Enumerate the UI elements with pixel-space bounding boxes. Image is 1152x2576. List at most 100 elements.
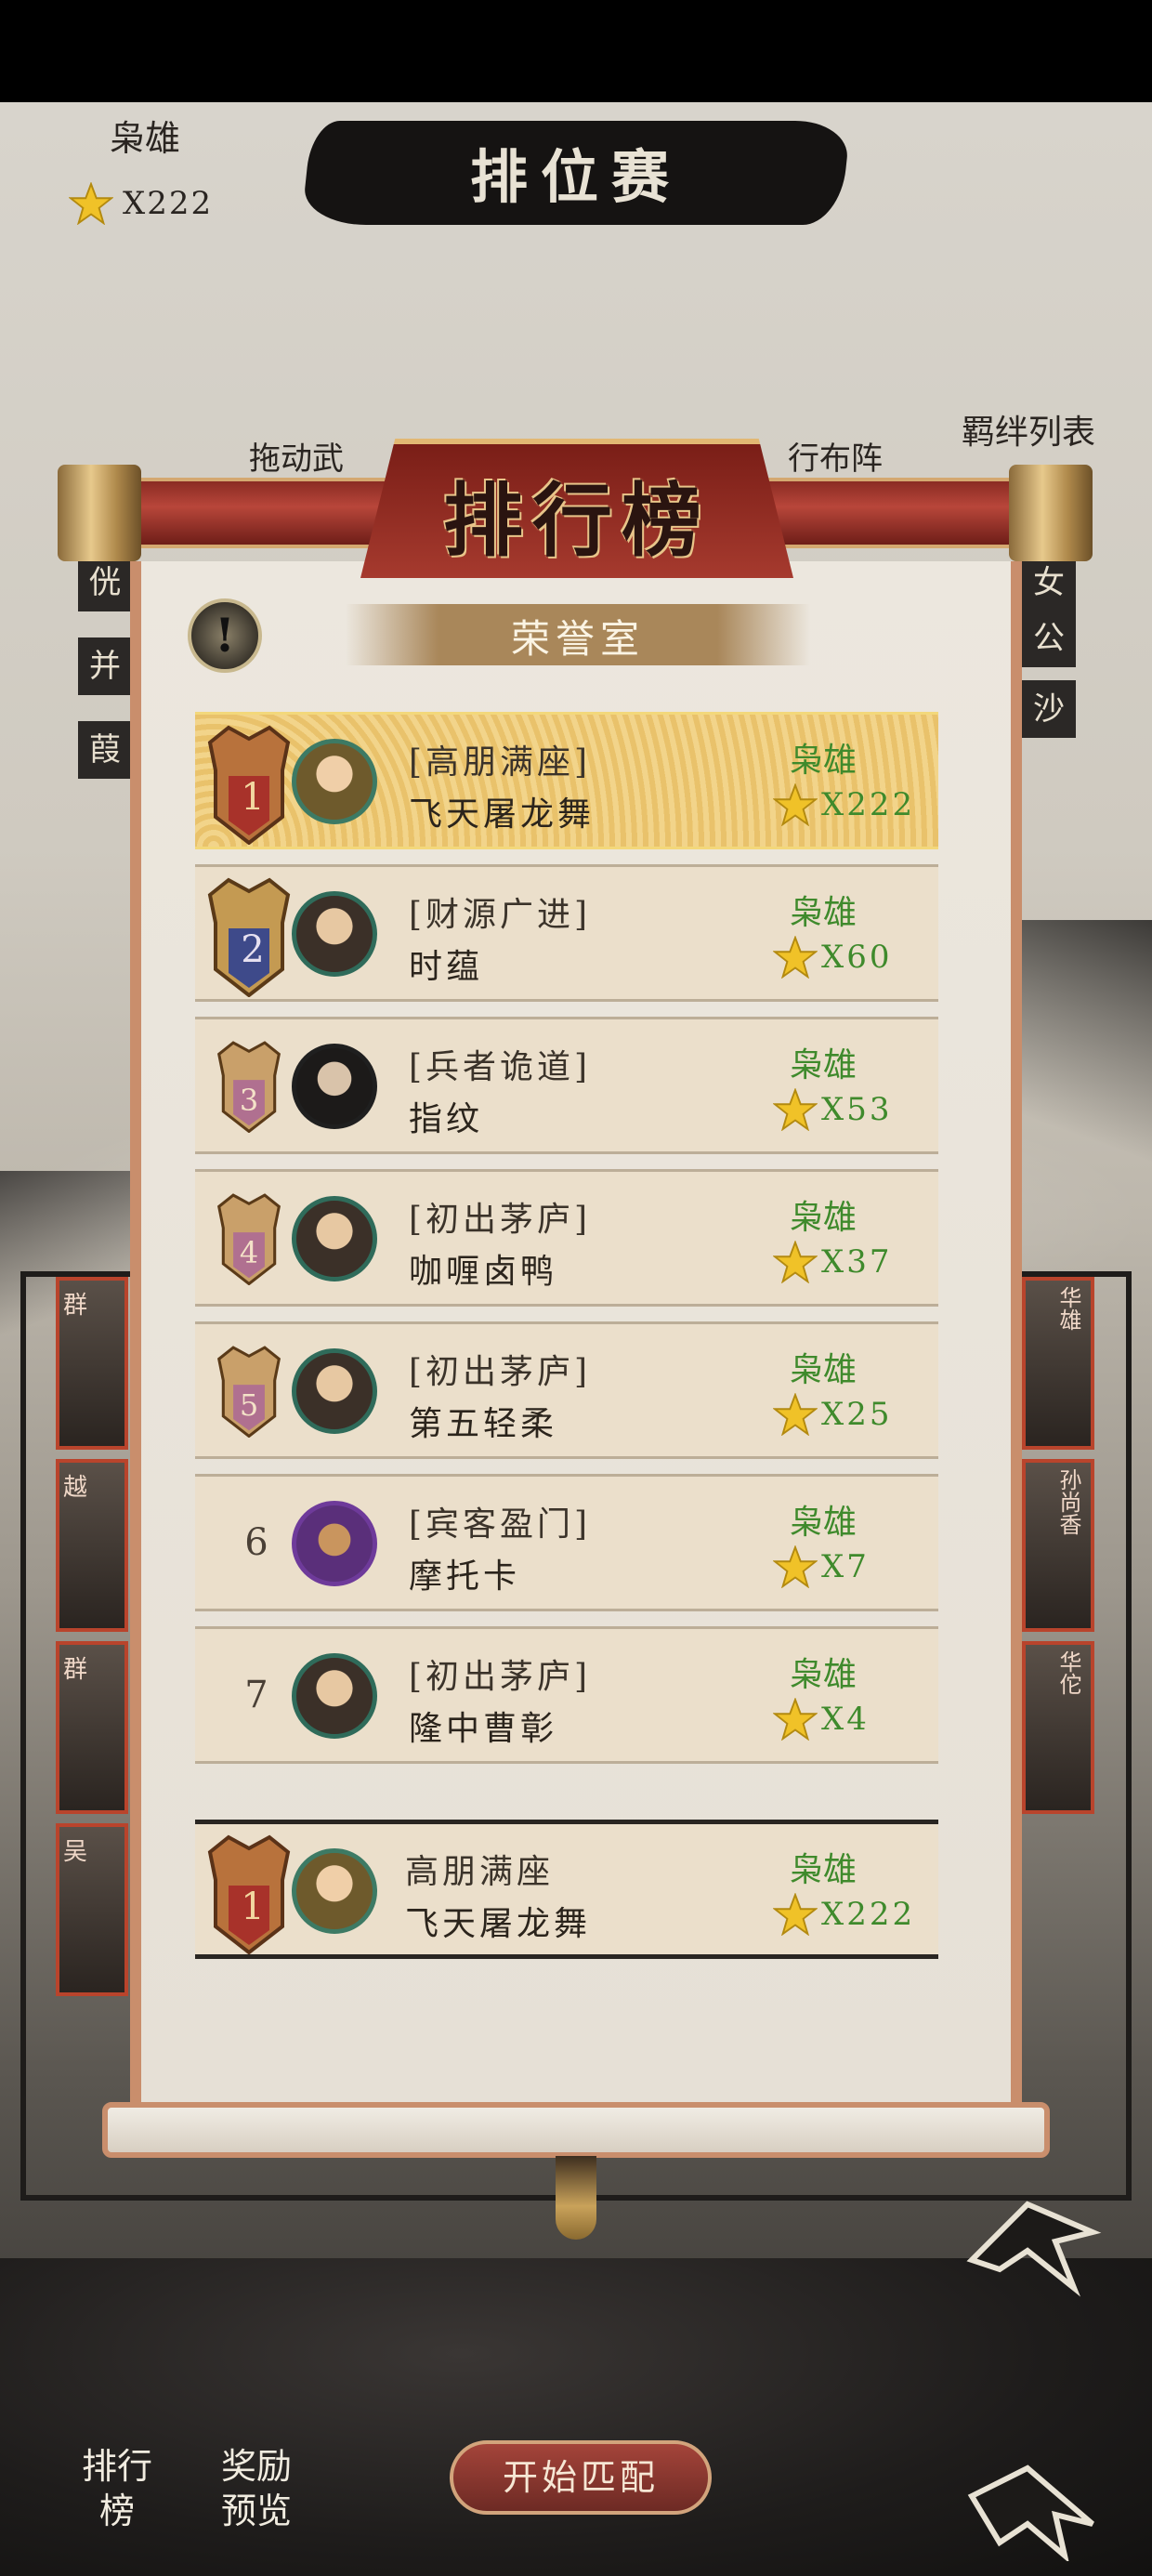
player-score: X222 <box>773 783 915 826</box>
star-icon <box>773 1241 818 1283</box>
bond-list-button[interactable]: 羁绊列表 <box>962 405 1095 453</box>
star-count: X7 <box>821 1548 870 1585</box>
rank-number: 4 <box>239 1235 259 1270</box>
star-count: X37 <box>821 1243 893 1281</box>
star-icon <box>69 182 113 225</box>
player-title: [初出茅庐] <box>409 1353 592 1391</box>
arrow-down-icon[interactable] <box>962 2459 1102 2564</box>
avatar <box>292 1196 377 1281</box>
side-tag-left[interactable]: 葭 <box>78 721 132 779</box>
avatar <box>292 1653 377 1739</box>
player-score: X60 <box>773 936 892 979</box>
rank-number: 6 <box>244 1521 268 1564</box>
player-server: 枭雄 <box>790 1199 857 1237</box>
rank-number: 3 <box>239 1083 259 1118</box>
leaderboard-row[interactable]: 7 [初出茅庐] 隆中曹彰 枭雄 X4 <box>195 1626 938 1764</box>
hero-name: 华雄 <box>1055 1286 1081 1331</box>
side-tag-right[interactable]: 公 <box>1022 610 1076 667</box>
scroll-rod-cap-right <box>1009 465 1093 561</box>
leaderboard-button[interactable]: 排行 榜 <box>71 2444 164 2533</box>
hero-card[interactable]: 孙尚香 <box>1022 1459 1094 1632</box>
player-score: X25 <box>773 1393 892 1436</box>
hero-card[interactable]: 越 <box>56 1459 128 1632</box>
rank-number: 1 <box>241 776 265 819</box>
player-server: 枭雄 <box>790 1656 857 1694</box>
status-bar <box>0 0 1152 102</box>
player-name: 咖喱卤鸭 <box>409 1253 558 1291</box>
star-count: X53 <box>821 1091 893 1128</box>
hall-of-honor-title: 荣誉室 <box>510 616 645 662</box>
hero-card[interactable]: 群 <box>56 1277 128 1450</box>
side-tag-left[interactable]: 并 <box>78 637 132 695</box>
avatar <box>292 1348 377 1434</box>
player-server: 枭雄 <box>790 1504 857 1542</box>
star-count: X4 <box>821 1701 870 1738</box>
reward-preview-button[interactable]: 奖励 预览 <box>210 2444 303 2533</box>
avatar <box>292 1501 377 1586</box>
star-icon <box>773 783 818 826</box>
exclamation-icon[interactable]: ! <box>188 598 262 673</box>
player-title: [宾客盈门] <box>409 1505 592 1544</box>
star-icon <box>773 1698 818 1741</box>
hero-card[interactable]: 群 <box>56 1641 128 1814</box>
start-match-button[interactable]: 开始匹配 <box>450 2440 712 2515</box>
player-title: [初出茅庐] <box>409 1201 592 1239</box>
player-name: 时蕴 <box>409 948 484 986</box>
my-rank-row[interactable]: 1 高朋满座 飞天屠龙舞 枭雄 X222 <box>195 1820 938 1959</box>
star-icon <box>773 936 818 979</box>
star-count: X25 <box>821 1396 893 1433</box>
player-name: 飞天屠龙舞 <box>409 795 596 834</box>
leaderboard-button-line1: 排行 <box>81 2446 152 2487</box>
player-score: X37 <box>773 1241 892 1283</box>
hero-faction: 群 <box>63 1656 88 1684</box>
star-count: X60 <box>821 939 893 976</box>
leaderboard-row[interactable]: 3 [兵者诡道] 指纹 枭雄 X53 <box>195 1017 938 1154</box>
player-title: [初出茅庐] <box>409 1658 592 1696</box>
rank-number: 5 <box>239 1387 259 1423</box>
star-count: X222 <box>821 1896 916 1933</box>
player-name: 飞天屠龙舞 <box>405 1905 592 1943</box>
mode-title: 排位赛 <box>469 143 682 211</box>
player-score: X4 <box>773 1698 870 1741</box>
leaderboard-row[interactable]: 2 [财源广进] 时蕴 枭雄 X60 <box>195 864 938 1002</box>
hero-name: 孙尚香 <box>1055 1468 1081 1535</box>
player-name: 第五轻柔 <box>409 1405 558 1443</box>
hero-faction: 吴 <box>63 1838 88 1866</box>
star-count: X222 <box>821 786 916 823</box>
scroll-rod-cap-left <box>58 465 141 561</box>
leaderboard-row[interactable]: 1 [高朋满座] 飞天屠龙舞 枭雄 X222 <box>195 712 938 849</box>
side-tag-left[interactable]: 侊 <box>78 554 132 611</box>
leaderboard-row[interactable]: 4 [初出茅庐] 咖喱卤鸭 枭雄 X37 <box>195 1169 938 1307</box>
scroll-bottom-rod <box>102 2102 1050 2158</box>
reward-button-line1: 奖励 <box>220 2446 292 2487</box>
player-server: 枭雄 <box>790 1046 857 1084</box>
player-server: 枭雄 <box>790 742 857 780</box>
player-name: 指纹 <box>409 1100 484 1138</box>
side-tag-right[interactable]: 女 <box>1022 554 1076 611</box>
hero-card[interactable]: 吴 <box>56 1823 128 1996</box>
player-score: X222 <box>773 1893 915 1936</box>
avatar <box>292 1044 377 1129</box>
hero-faction: 越 <box>63 1474 88 1502</box>
star-icon <box>773 1393 818 1436</box>
player-stars: X222 <box>69 182 213 225</box>
avatar <box>292 1848 377 1934</box>
player-title: 高朋满座 <box>405 1853 555 1891</box>
star-icon <box>773 1893 818 1936</box>
player-server: 枭雄 <box>790 894 857 932</box>
arrow-up-icon[interactable] <box>962 2195 1102 2297</box>
player-name: 摩托卡 <box>409 1557 521 1596</box>
rank-number: 1 <box>241 1886 265 1928</box>
leaderboard-row[interactable]: 6 [宾客盈门] 摩托卡 枭雄 X7 <box>195 1474 938 1611</box>
player-server: 枭雄 <box>790 1351 857 1389</box>
reward-button-line2: 预览 <box>220 2491 292 2531</box>
star-icon <box>773 1545 818 1588</box>
leaderboard-button-line2: 榜 <box>98 2491 135 2531</box>
hero-card[interactable]: 华佗 <box>1022 1641 1094 1814</box>
side-tag-right[interactable]: 沙 <box>1022 680 1076 738</box>
player-name: 枭雄 <box>110 118 181 159</box>
rank-number: 7 <box>244 1674 268 1716</box>
player-title: [财源广进] <box>409 896 592 934</box>
leaderboard-row[interactable]: 5 [初出茅庐] 第五轻柔 枭雄 X25 <box>195 1321 938 1459</box>
hero-card[interactable]: 华雄 <box>1022 1277 1094 1450</box>
